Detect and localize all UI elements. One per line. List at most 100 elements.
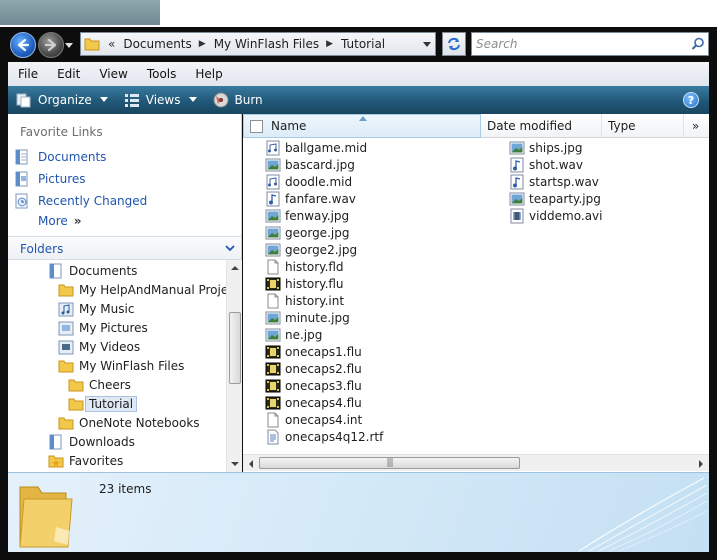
tree-item-label: Favorites [69, 453, 124, 468]
tree-item-my-pictures[interactable]: My Pictures [58, 318, 148, 337]
refresh-button[interactable] [442, 32, 466, 56]
tree-item-my-helpandmanual-projects[interactable]: My HelpAndManual Projec [58, 280, 226, 299]
forward-button[interactable] [38, 32, 64, 58]
file-item[interactable]: george2.jpg [265, 241, 357, 258]
scroll-right-icon[interactable] [693, 455, 709, 472]
file-item[interactable]: history.fld [265, 258, 344, 275]
breadcrumb-separator-icon[interactable]: ▶ [326, 39, 333, 49]
tree-item-my-music[interactable]: My Music [58, 299, 134, 318]
document-file-icon [267, 429, 279, 444]
tree-item-favorites[interactable]: Favorites [48, 451, 123, 470]
menu-help[interactable]: Help [185, 67, 231, 81]
more-columns-chevron-icon[interactable]: » [684, 114, 709, 138]
recent-pages-dropdown-icon[interactable] [65, 41, 73, 49]
column-headers: Name Date modified Type » [243, 114, 709, 138]
image-file-icon [265, 243, 281, 256]
file-item[interactable]: onecaps4.flu [265, 394, 362, 411]
file-item[interactable]: startsp.wav [509, 173, 599, 190]
menu-file[interactable]: File [8, 67, 47, 81]
burn-label: Burn [234, 93, 263, 107]
tree-item-my-winflash-files[interactable]: My WinFlash Files [58, 356, 184, 375]
file-item[interactable]: history.int [265, 292, 344, 309]
breadcrumb-my-winflash-files[interactable]: My WinFlash Files [214, 37, 319, 51]
folders-header[interactable]: Folders [8, 236, 241, 260]
menu-edit[interactable]: Edit [47, 67, 89, 81]
file-item[interactable]: fanfare.wav [265, 190, 356, 207]
address-bar[interactable]: « Documents ▶ My WinFlash Files ▶ Tutori… [80, 32, 436, 56]
film-file-icon [265, 277, 281, 290]
favorite-link-documents[interactable]: Documents [14, 147, 106, 167]
file-item[interactable]: teaparty.jpg [509, 190, 601, 207]
file-item[interactable]: fenway.jpg [265, 207, 349, 224]
collapse-chevron-icon[interactable] [225, 243, 235, 253]
file-item[interactable]: george.jpg [265, 224, 349, 241]
search-icon[interactable] [691, 37, 705, 51]
scrollbar-thumb[interactable] [229, 312, 241, 384]
column-header-name[interactable]: Name [243, 114, 481, 138]
burn-button[interactable]: Burn [205, 86, 271, 114]
folder-tree: Documents My HelpAndManual Projec My Mus… [8, 260, 226, 472]
file-item[interactable]: bascard.jpg [265, 156, 355, 173]
organize-icon [16, 93, 31, 108]
tree-item-onenote-notebooks[interactable]: OneNote Notebooks [58, 413, 200, 432]
file-item[interactable]: history.flu [265, 275, 344, 292]
tree-item-label: Cheers [89, 377, 131, 392]
file-item[interactable]: onecaps4q12.rtf [265, 428, 383, 445]
file-name: fenway.jpg [285, 208, 350, 223]
file-item[interactable]: onecaps3.flu [265, 377, 362, 394]
file-item[interactable]: ballgame.mid [265, 139, 367, 156]
views-button[interactable]: Views [116, 86, 205, 114]
file-item[interactable]: onecaps4.int [265, 411, 362, 428]
scroll-up-icon[interactable] [227, 260, 243, 276]
organize-label: Organize [38, 93, 92, 107]
image-file-icon [265, 328, 281, 341]
breadcrumb-separator-icon[interactable]: ▶ [199, 39, 206, 49]
blank-file-icon [267, 259, 279, 274]
tree-item-tutorial[interactable]: Tutorial [68, 394, 138, 413]
file-list-horizontal-scrollbar[interactable]: ||| [243, 454, 709, 471]
search-input[interactable] [476, 33, 686, 55]
image-file-icon [265, 209, 281, 222]
file-item[interactable]: viddemo.avi [509, 207, 602, 224]
scrollbar-thumb[interactable]: ||| [259, 457, 520, 469]
breadcrumb-documents[interactable]: Documents [123, 37, 191, 51]
column-header-type[interactable]: Type [602, 114, 684, 138]
file-item[interactable]: minute.jpg [265, 309, 350, 326]
tree-item-label: Tutorial [85, 395, 138, 412]
tree-item-documents[interactable]: Documents [48, 261, 137, 280]
address-dropdown-icon[interactable] [423, 40, 431, 48]
tree-item-label: Downloads [69, 434, 135, 449]
file-item[interactable]: doodle.mid [265, 173, 352, 190]
tree-item-downloads[interactable]: Downloads [48, 432, 135, 451]
views-icon [124, 94, 139, 107]
scroll-down-icon[interactable] [227, 456, 243, 472]
favorite-link-recently-changed[interactable]: Recently Changed [14, 191, 147, 211]
decorative-swoosh [578, 477, 708, 552]
tree-item-cheers[interactable]: Cheers [68, 375, 131, 394]
help-button[interactable]: ? [683, 92, 699, 108]
file-item[interactable]: shot.wav [509, 156, 583, 173]
organize-button[interactable]: Organize [8, 86, 116, 114]
folder-tree-scrollbar[interactable] [226, 260, 242, 472]
column-name-label: Name [271, 119, 307, 133]
address-overflow-chevron[interactable]: « [108, 37, 115, 51]
file-item[interactable]: onecaps1.flu [265, 343, 362, 360]
menu-tools[interactable]: Tools [137, 67, 186, 81]
file-item[interactable]: ships.jpg [509, 139, 582, 156]
folder-icon [58, 360, 74, 372]
back-button[interactable] [10, 32, 36, 58]
file-item[interactable]: onecaps2.flu [265, 360, 362, 377]
tree-item-my-videos[interactable]: My Videos [58, 337, 140, 356]
file-item[interactable]: ne.jpg [265, 326, 322, 343]
midi-file-icon [266, 174, 280, 189]
column-header-date-modified[interactable]: Date modified [481, 114, 602, 138]
favorite-link-pictures[interactable]: Pictures [14, 169, 86, 189]
folder-icon [68, 379, 84, 391]
breadcrumb-tutorial[interactable]: Tutorial [341, 37, 385, 51]
search-box[interactable] [471, 32, 709, 56]
more-links-button[interactable]: More » [38, 214, 82, 228]
scroll-left-icon[interactable] [243, 455, 259, 472]
image-file-icon [509, 141, 525, 154]
select-all-checkbox[interactable] [250, 119, 263, 133]
menu-view[interactable]: View [89, 67, 136, 81]
